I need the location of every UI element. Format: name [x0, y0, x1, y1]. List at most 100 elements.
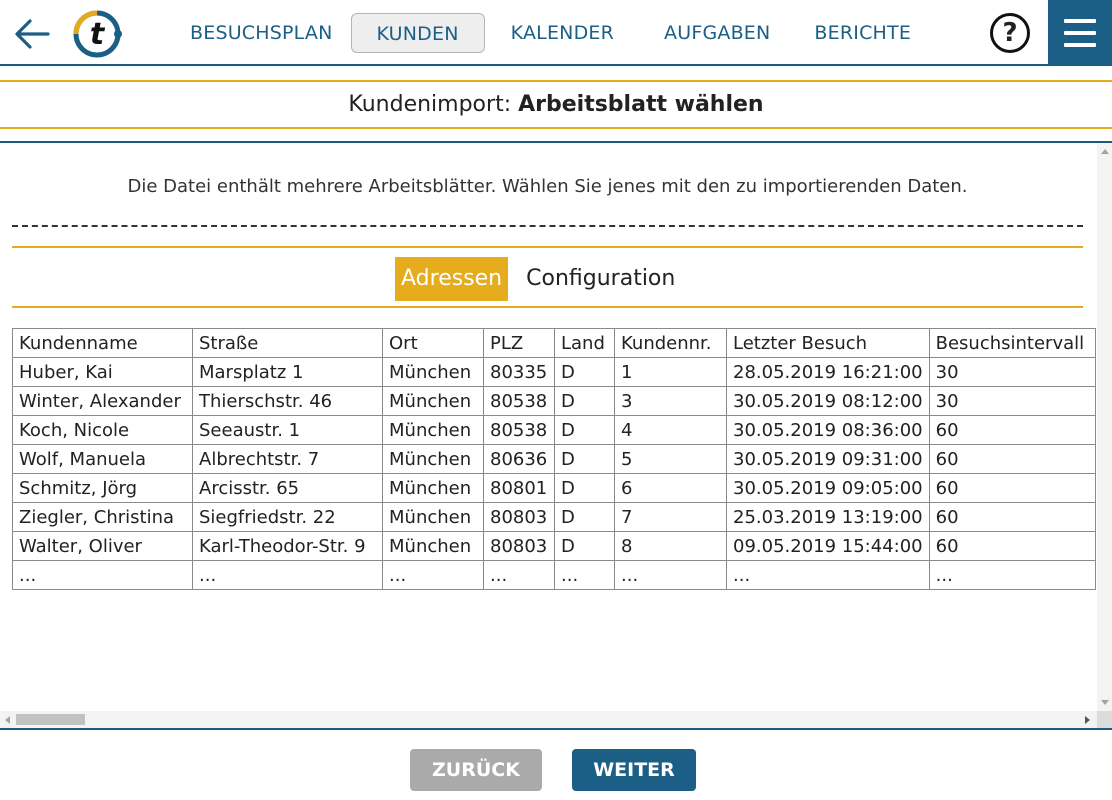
table-header-row: Kundenname Straße Ort PLZ Land Kundennr.…	[12, 328, 1096, 358]
table-cell: D	[554, 502, 615, 532]
column-header: Letzter Besuch	[726, 328, 930, 358]
column-header: Besuchsintervall	[928, 328, 1096, 358]
table-cell: 60	[928, 415, 1096, 445]
table-cell: D	[554, 531, 615, 561]
table-cell: 25.03.2019 13:19:00	[726, 502, 930, 532]
horizontal-scrollbar[interactable]	[0, 711, 1097, 728]
table-cell: D	[554, 386, 615, 416]
table-cell: D	[554, 473, 615, 503]
table-row: Schmitz, Jörg Arcisstr. 65 München 80801 D 6 3…	[12, 473, 1096, 503]
table-cell: Wolf, Manuela	[12, 444, 193, 474]
table-cell: Karl-Theodor-Str. 9	[192, 531, 383, 561]
table-cell: Ziegler, Christina	[12, 502, 193, 532]
table-row: Walter, Oliver Karl-Theodor-Str. 9 München…	[12, 531, 1096, 561]
table-row: Koch, Nicole Seeaustr. 1 München 80538 D 4 30.…	[12, 415, 1096, 445]
table-cell: ...	[192, 560, 383, 590]
table-cell: 60	[928, 473, 1096, 503]
preview-table: Kundenname Straße Ort PLZ Land Kundennr.…	[12, 328, 1096, 590]
table-cell: 30.05.2019 08:12:00	[726, 386, 930, 416]
table-row: Huber, Kai Marsplatz 1 München 80335 D 1 28.05…	[12, 357, 1096, 387]
nav-aufgaben[interactable]: AUFGABEN	[646, 13, 788, 53]
table-cell: Siegfriedstr. 22	[192, 502, 383, 532]
nav-kalender[interactable]: KALENDER	[493, 13, 632, 53]
table-cell: 80636	[483, 444, 555, 474]
table-cell: 60	[928, 444, 1096, 474]
table-cell: 4	[614, 415, 727, 445]
table-cell: München	[382, 531, 484, 561]
table-cell: 09.05.2019 15:44:00	[726, 531, 930, 561]
table-cell: 60	[928, 531, 1096, 561]
table-cell: München	[382, 415, 484, 445]
table-row: Ziegler, Christina Siegfriedstr. 22 Münche…	[12, 502, 1096, 532]
table-cell: Walter, Oliver	[12, 531, 193, 561]
table-cell: München	[382, 386, 484, 416]
footer-bar: ZURÜCK WEITER	[0, 728, 1112, 800]
description-text: Die Datei enthält mehrere Arbeitsblätter…	[127, 176, 968, 197]
table-cell: ...	[382, 560, 484, 590]
nav-kunden[interactable]: KUNDEN	[350, 13, 485, 53]
column-header: Kundenname	[12, 328, 193, 358]
table-cell: München	[382, 357, 484, 387]
table-cell: Huber, Kai	[12, 357, 193, 387]
table-cell: D	[554, 444, 615, 474]
next-button[interactable]: WEITER	[572, 749, 696, 791]
table-cell: 80803	[483, 531, 555, 561]
table-cell: ...	[928, 560, 1096, 590]
top-navigation-bar: t BESUCHSPLAN KUNDEN KALENDER AUFGABEN B…	[0, 0, 1112, 66]
table-cell: 28.05.2019 16:21:00	[726, 357, 930, 387]
logo-letter: t	[90, 17, 106, 52]
nav-berichte[interactable]: BERICHTE	[796, 13, 929, 53]
table-cell: Winter, Alexander	[12, 386, 193, 416]
column-header: Kundennr.	[614, 328, 727, 358]
nav-besuchsplan[interactable]: BESUCHSPLAN	[172, 13, 351, 53]
column-header: Land	[554, 328, 615, 358]
sheet-tab-adressen[interactable]: Adressen	[395, 257, 509, 301]
table-cell: ...	[726, 560, 930, 590]
page-title-strong: Arbeitsblatt wählen	[518, 92, 764, 117]
logo-icon[interactable]: t	[72, 9, 124, 59]
table-cell: 30	[928, 386, 1096, 416]
back-arrow-icon[interactable]	[12, 14, 52, 54]
sheet-selector: Adressen Configuration	[12, 246, 1083, 308]
table-cell: 80538	[483, 415, 555, 445]
table-cell: 6	[614, 473, 727, 503]
column-header: PLZ	[483, 328, 555, 358]
dashed-divider	[12, 225, 1083, 227]
scroll-right-icon[interactable]	[1085, 716, 1090, 724]
table-cell: 5	[614, 444, 727, 474]
table-cell: München	[382, 502, 484, 532]
help-icon[interactable]: ?	[990, 13, 1030, 53]
table-cell: ...	[614, 560, 727, 590]
table-cell: 30.05.2019 08:36:00	[726, 415, 930, 445]
scroll-down-icon[interactable]	[1101, 700, 1109, 705]
column-header: Straße	[192, 328, 383, 358]
table-row: Winter, Alexander Thierschstr. 46 München 8…	[12, 386, 1096, 416]
table-cell: 7	[614, 502, 727, 532]
table-cell: 30.05.2019 09:05:00	[726, 473, 930, 503]
vertical-scrollbar[interactable]	[1097, 143, 1112, 711]
table-body: Huber, Kai Marsplatz 1 München 80335 D 1 28.05…	[12, 357, 1096, 590]
main-nav: BESUCHSPLAN KUNDEN KALENDER AUFGABEN BER…	[172, 0, 929, 66]
table-cell: D	[554, 415, 615, 445]
table-cell: 3	[614, 386, 727, 416]
table-cell: 80335	[483, 357, 555, 387]
page-title: Kundenimport: Arbeitsblatt wählen	[0, 80, 1112, 129]
scroll-left-icon[interactable]	[5, 716, 10, 724]
page-title-prefix: Kundenimport:	[348, 92, 519, 117]
sheet-tab-configuration[interactable]: Configuration	[520, 257, 681, 301]
table-cell: Marsplatz 1	[192, 357, 383, 387]
table-cell: 80803	[483, 502, 555, 532]
back-button[interactable]: ZURÜCK	[410, 749, 542, 791]
scroll-up-icon[interactable]	[1101, 149, 1109, 154]
horizontal-scroll-thumb[interactable]	[16, 714, 85, 725]
table-cell: 8	[614, 531, 727, 561]
table-cell: ...	[12, 560, 193, 590]
table-cell: Schmitz, Jörg	[12, 473, 193, 503]
table-cell: München	[382, 473, 484, 503]
table-cell: 80538	[483, 386, 555, 416]
table-row: ........................	[12, 560, 1096, 590]
table-row: Wolf, Manuela Albrechtstr. 7 München 80636 D…	[12, 444, 1096, 474]
table-cell: D	[554, 357, 615, 387]
table-cell: Arcisstr. 65	[192, 473, 383, 503]
hamburger-menu-icon[interactable]	[1048, 0, 1112, 66]
